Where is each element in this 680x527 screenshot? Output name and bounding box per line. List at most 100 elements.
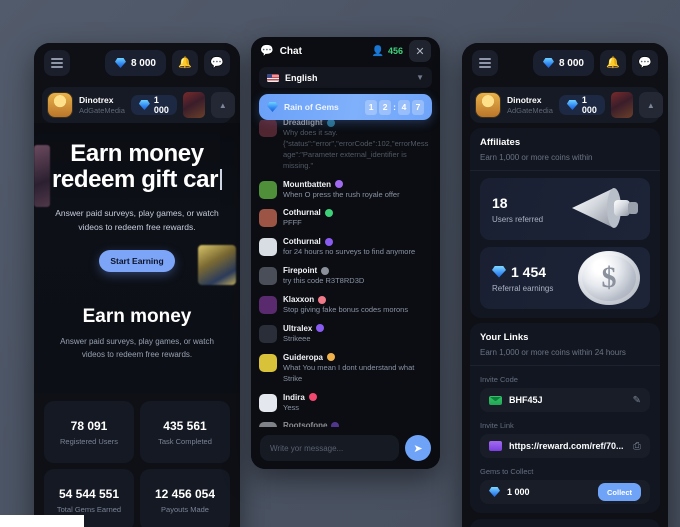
profile-text: Dinotrex AdGateMedia (79, 95, 125, 115)
affiliates-section: Affiliates Earn 1,000 or more coins with… (470, 128, 660, 318)
hamburger-menu-button[interactable] (44, 50, 70, 76)
chevron-up-icon: ▲ (646, 100, 655, 110)
rank-badge-icon (326, 120, 335, 127)
invite-link-label: Invite Link (480, 421, 514, 430)
copy-icon[interactable]: ⎙ (633, 441, 641, 452)
stat-value: 435 561 (163, 418, 207, 433)
gem-icon (489, 487, 500, 497)
close-chat-button[interactable]: ✕ (409, 40, 431, 62)
message-text: Why does it say. {"status":"error","erro… (283, 128, 429, 170)
gems-to-collect-value: 1 000 (507, 487, 530, 497)
message-author: Cothurnal (283, 208, 321, 218)
collapse-button[interactable]: ▲ (210, 92, 235, 118)
hamburger-menu-button[interactable] (472, 50, 498, 76)
decorative-image-left (34, 145, 50, 207)
message-text: Strikeee (283, 333, 311, 343)
users-referred-label: Users referred (492, 214, 544, 224)
chat-message: Cothurnal PFFF (259, 204, 432, 233)
chat-message-list[interactable]: Dreadlight Why does it say. {"status":"e… (251, 120, 440, 456)
profile-bar[interactable]: Dinotrex AdGateMedia 1 000 ▲ (470, 87, 663, 123)
gem-balance-pill[interactable]: 8 000 (532, 50, 594, 76)
profile-coin-pill[interactable]: 1 000 (130, 95, 177, 115)
collapse-button[interactable]: ▲ (638, 92, 663, 118)
left-topbar: 8 000 🔔 💬 (34, 43, 240, 83)
message-text: Yess (283, 402, 299, 412)
chat-toggle-button[interactable]: 💬 (632, 50, 658, 76)
message-author: Dreadlight (283, 120, 323, 127)
profile-coin-pill[interactable]: 1 000 (558, 95, 605, 115)
language-value: English (285, 72, 318, 83)
your-links-title: Your Links (480, 332, 529, 343)
chevron-down-icon: ▼ (416, 73, 424, 82)
message-text: for 24 hours no surveys to find anymore (283, 247, 416, 257)
hero-subtitle: Answer paid surveys, play games, or watc… (55, 207, 219, 232)
referral-earnings-label: Referral earnings (492, 283, 554, 293)
mail-icon (489, 395, 502, 405)
chat-toggle-button[interactable]: 💬 (204, 50, 230, 76)
rank-badge-icon (308, 393, 317, 401)
message-author: Indira (283, 392, 305, 402)
chat-message: Guideropa What You mean I dont understan… (259, 349, 432, 389)
avatar (259, 238, 277, 257)
invite-link-field[interactable]: https://reward.com/ref/70... ⎙ (480, 434, 650, 458)
notifications-button[interactable]: 🔔 (172, 50, 198, 76)
rank-badge-icon (327, 353, 336, 362)
hero-title-line2: redeem gift car (51, 166, 219, 194)
users-referred-value: 18 (492, 194, 508, 211)
secondary-title: Earn money (82, 305, 192, 327)
hero-title-line1: Earn money (70, 140, 204, 167)
invite-code-field[interactable]: BHF45J ✎ (480, 388, 650, 412)
rain-countdown-timer: 1 2 : 4 7 (365, 99, 424, 115)
rain-of-gems-label: Rain of Gems (284, 102, 339, 112)
affiliates-title: Affiliates (480, 137, 521, 148)
chat-bubble-icon: 💬 (260, 44, 274, 57)
send-icon: ➤ (413, 442, 423, 455)
gem-icon (114, 58, 126, 68)
timer-digit: 1 (365, 99, 378, 115)
stat-value: 12 456 054 (154, 486, 216, 501)
stat-value: 54 544 551 (58, 486, 120, 501)
timer-digit: 4 (398, 99, 410, 115)
avatar (47, 92, 73, 118)
gem-icon (566, 100, 578, 110)
profile-bar[interactable]: Dinotrex AdGateMedia 1 000 ▲ (42, 87, 235, 123)
gems-to-collect-label: Gems to Collect (480, 467, 534, 476)
affiliates-subtitle: Earn 1,000 or more coins within (480, 153, 593, 162)
message-input[interactable]: Write yor message... (260, 435, 399, 461)
message-author: Klaxxon (283, 295, 315, 304)
offer-thumbnail[interactable] (610, 92, 633, 118)
offer-thumbnail[interactable] (182, 92, 205, 118)
rain-of-gems-banner[interactable]: Rain of Gems 1 2 : 4 7 (259, 94, 432, 120)
stat-value: 78 091 (70, 418, 108, 433)
avatar (259, 393, 277, 412)
pencil-icon[interactable]: ✎ (633, 395, 641, 406)
referral-earnings-card: 1 454 Referral earnings $ (480, 247, 650, 309)
streak-section: 7 Day Streak (470, 519, 660, 527)
avatar (475, 92, 501, 118)
chat-icon: 💬 (210, 56, 224, 69)
hamburger-menu-icon (479, 56, 491, 70)
profile-text: Dinotrex AdGateMedia (507, 95, 553, 115)
timer-separator: : (393, 102, 396, 112)
close-icon: ✕ (415, 45, 425, 58)
invite-code-value: BHF45J (509, 395, 543, 405)
notifications-button[interactable]: 🔔 (600, 50, 626, 76)
your-links-subtitle: Earn 1,000 or more coins within 24 hours (480, 348, 626, 357)
stat-label: Payouts Made (161, 504, 209, 514)
hero-section: Earn money redeem gift car Answer paid s… (34, 123, 240, 393)
avatar (259, 180, 277, 199)
message-text: What You mean I dont understand what Str… (283, 362, 415, 383)
start-earning-button[interactable]: Start Earning (99, 249, 175, 272)
rank-badge-icon (316, 324, 325, 333)
page-edge-strip (0, 515, 84, 527)
language-selector[interactable]: English ▼ (259, 67, 432, 88)
bell-icon: 🔔 (178, 56, 192, 69)
gem-balance-pill[interactable]: 8 000 (104, 50, 166, 76)
send-button[interactable]: ➤ (405, 435, 431, 461)
collect-button[interactable]: Collect (597, 483, 641, 501)
gem-balance-value: 8 000 (558, 57, 584, 69)
chat-header: 💬 Chat 👤 456 ✕ (251, 37, 440, 65)
bell-icon: 🔔 (606, 56, 620, 69)
profile-name: Dinotrex (79, 95, 114, 105)
divider (470, 365, 660, 366)
